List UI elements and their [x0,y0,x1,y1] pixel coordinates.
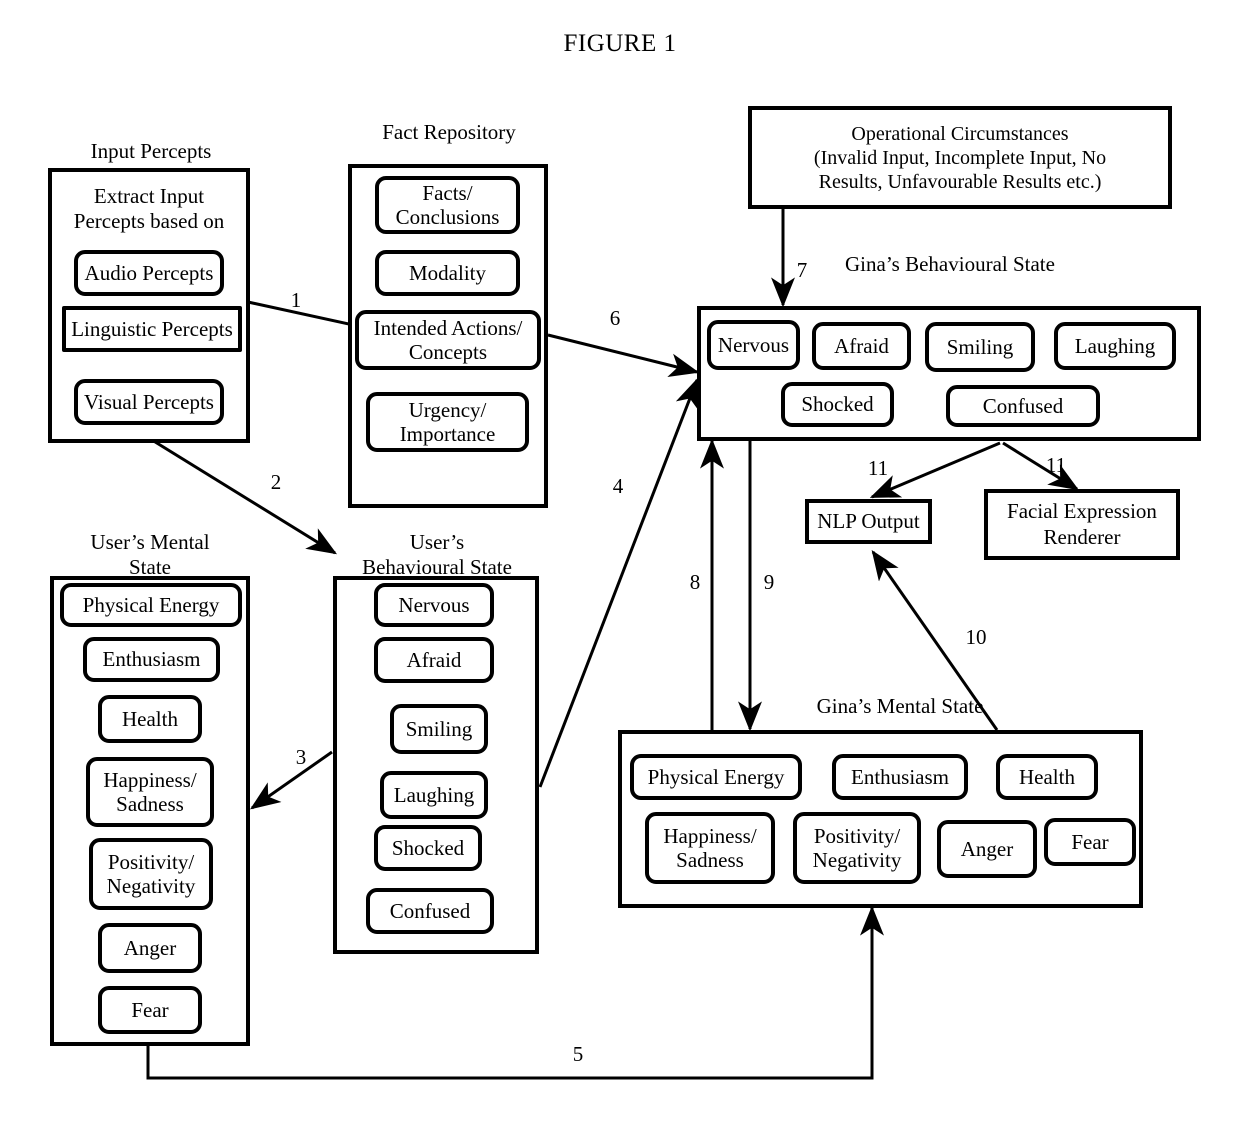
gina-behaviour-confused[interactable]: Confused [946,385,1100,427]
user-mental-happiness-sadness[interactable]: Happiness/ Sadness [86,757,214,827]
user-mental-physical-energy-label: Physical Energy [82,592,220,617]
fact-repository-item-urgency[interactable]: Urgency/ Importance [366,392,529,452]
user-mental-anger[interactable]: Anger [98,923,202,973]
nlp-output-box[interactable]: NLP Output [805,499,932,544]
operational-circumstances-label: Operational Circumstances (Invalid Input… [813,122,1107,193]
gina-mental-physical-energy-label: Physical Energy [647,764,785,789]
caption-fact-repository: Fact Repository [382,120,516,144]
gina-mental-happiness-sadness-label: Happiness/ Sadness [663,823,757,872]
fact-repository-item-urgency-label: Urgency/ Importance [399,397,496,446]
fact-repository-item-modality[interactable]: Modality [375,250,520,296]
gina-behaviour-smiling-label: Smiling [946,334,1014,359]
gina-mental-physical-energy[interactable]: Physical Energy [630,754,802,800]
connector-line-4 [538,377,699,788]
input-percept-audio[interactable]: Audio Percepts [74,250,224,296]
user-behaviour-smiling-label: Smiling [405,716,473,741]
fact-repository-item-modality-label: Modality [409,260,486,285]
user-behaviour-shocked[interactable]: Shocked [374,825,482,871]
user-behaviour-afraid[interactable]: Afraid [374,637,494,683]
connector-label-4: 4 [612,474,624,498]
user-mental-health[interactable]: Health [98,695,202,743]
gina-mental-health[interactable]: Health [996,754,1098,800]
input-percept-linguistic-label: Linguistic Percepts [71,316,233,341]
connector-label-9: 9 [763,570,775,594]
input-percept-visual-label: Visual Percepts [84,389,214,414]
figure-canvas: FIGURE 1 Input Percepts Extract Input Pe… [0,0,1240,1136]
user-behaviour-laughing-label: Laughing [393,782,475,807]
connector-label-8: 8 [689,570,701,594]
connector-label-2: 2 [270,470,282,494]
connector-label-5: 5 [572,1042,584,1066]
gina-mental-enthusiasm[interactable]: Enthusiasm [832,754,968,800]
connector-label-7: 7 [796,258,808,282]
facial-expression-renderer-label: Facial Expression Renderer [1007,499,1157,549]
user-mental-positivity-negativity[interactable]: Positivity/ Negativity [89,838,213,910]
user-mental-enthusiasm[interactable]: Enthusiasm [83,637,220,682]
user-behaviour-confused[interactable]: Confused [366,888,494,934]
user-behaviour-confused-label: Confused [389,898,471,923]
connector-line-6 [547,333,700,377]
input-percept-audio-label: Audio Percepts [84,260,214,285]
user-mental-happiness-sadness-label: Happiness/ Sadness [103,767,197,816]
user-mental-fear[interactable]: Fear [98,986,202,1034]
connector-label-11a: 11 [867,456,889,480]
user-mental-physical-energy[interactable]: Physical Energy [60,583,242,627]
gina-mental-fear-label: Fear [1071,829,1109,854]
connector-line-11a [869,441,1001,499]
user-mental-enthusiasm-label: Enthusiasm [102,647,201,672]
gina-behaviour-laughing[interactable]: Laughing [1054,322,1176,370]
user-mental-anger-label: Anger [123,935,177,960]
gina-behaviour-smiling[interactable]: Smiling [925,322,1035,372]
user-behaviour-laughing[interactable]: Laughing [380,771,488,819]
fact-repository-item-intended-actions[interactable]: Intended Actions/ Concepts [355,310,541,370]
gina-behaviour-nervous[interactable]: Nervous [707,320,800,370]
gina-mental-anger-label: Anger [960,836,1014,861]
caption-input-percepts: Input Percepts [90,139,212,163]
gina-behaviour-nervous-label: Nervous [717,332,790,357]
connector-label-11b: 11 [1045,453,1067,477]
gina-behaviour-laughing-label: Laughing [1074,333,1156,358]
user-behaviour-shocked-label: Shocked [391,835,465,860]
user-mental-positivity-negativity-label: Positivity/ Negativity [106,849,196,898]
operational-circumstances-box[interactable]: Operational Circumstances (Invalid Input… [748,106,1172,209]
input-percept-linguistic[interactable]: Linguistic Percepts [62,306,242,352]
gina-mental-positivity-negativity-label: Positivity/ Negativity [812,823,902,872]
user-behaviour-nervous[interactable]: Nervous [374,583,494,627]
gina-mental-health-label: Health [1019,764,1075,789]
connector-label-10: 10 [965,625,987,649]
gina-behaviour-afraid[interactable]: Afraid [812,322,911,370]
nlp-output-label: NLP Output [817,508,920,533]
gina-mental-fear[interactable]: Fear [1044,818,1136,866]
caption-users-mental-state: User’s Mental State [90,530,210,579]
caption-users-behavioural-state: User’s Behavioural State [362,530,512,579]
page-title: FIGURE 1 [563,30,677,57]
gina-behaviour-shocked[interactable]: Shocked [781,382,894,427]
connector-label-3: 3 [295,745,307,769]
user-behaviour-nervous-label: Nervous [398,592,470,617]
caption-gina-behavioural-state: Gina’s Behavioural State [845,252,1055,276]
input-percepts-heading: Extract Input Percepts based on [73,184,225,233]
user-mental-health-label: Health [122,706,178,731]
user-behaviour-smiling[interactable]: Smiling [390,704,488,754]
connector-label-1: 1 [290,288,302,312]
gina-behaviour-shocked-label: Shocked [801,392,874,417]
gina-behaviour-confused-label: Confused [982,393,1064,418]
gina-mental-happiness-sadness[interactable]: Happiness/ Sadness [645,812,775,884]
user-mental-fear-label: Fear [131,997,169,1022]
caption-ginas-mental-state: Gina’s Mental State [816,694,984,718]
gina-mental-enthusiasm-label: Enthusiasm [851,764,949,789]
gina-mental-positivity-negativity[interactable]: Positivity/ Negativity [793,812,921,884]
fact-repository-item-facts[interactable]: Facts/ Conclusions [375,176,520,234]
gina-mental-anger[interactable]: Anger [937,820,1037,878]
input-percept-visual[interactable]: Visual Percepts [74,379,224,425]
fact-repository-item-intended-actions-label: Intended Actions/ Concepts [373,315,523,364]
user-behaviour-afraid-label: Afraid [406,647,462,672]
gina-behaviour-afraid-label: Afraid [834,333,889,358]
connector-label-6: 6 [609,306,621,330]
facial-expression-renderer-box[interactable]: Facial Expression Renderer [984,489,1180,560]
fact-repository-item-facts-label: Facts/ Conclusions [395,180,500,229]
